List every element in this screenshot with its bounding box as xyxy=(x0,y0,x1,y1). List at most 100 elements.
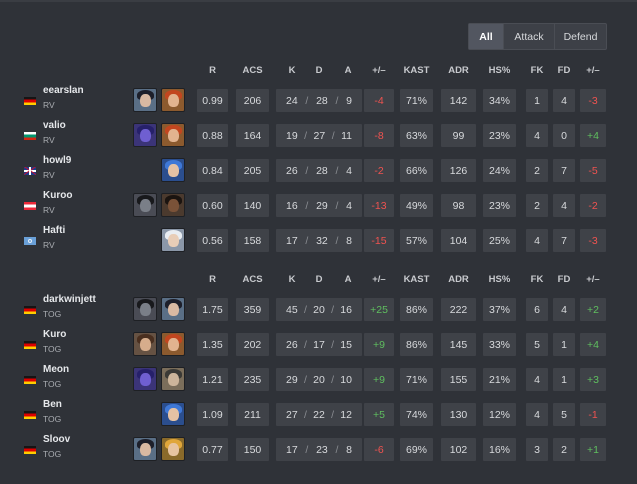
player-row: Kuro TOG 1.35 202 26 / 17 / 15 +9 86% 14… xyxy=(0,329,637,364)
fd-cell: 7 xyxy=(553,159,575,182)
assists-value: 4 xyxy=(346,199,352,212)
header-rating: R xyxy=(209,274,216,285)
player-team-tag: TOG xyxy=(43,449,62,459)
player-name-link[interactable]: eearslan xyxy=(43,85,84,96)
filter-defend-button[interactable]: Defend xyxy=(554,24,606,49)
kda-cell: 26 / 28 / 4 xyxy=(276,159,362,182)
player-name-link[interactable]: Kuro xyxy=(43,329,66,340)
rating-cell: 0.60 xyxy=(197,194,228,217)
agent-dark-hair-icon xyxy=(133,88,157,112)
kda-cell: 45 / 20 / 16 xyxy=(276,298,362,321)
agent-dark-hair-icon xyxy=(133,437,157,461)
agent-purple-hood-icon xyxy=(133,367,157,391)
acs-cell: 205 xyxy=(236,159,269,182)
player-row: Hafti RV 0.56 158 17 / 32 / 8 -15 57% 10… xyxy=(0,225,637,260)
deaths-value: 28 xyxy=(316,164,328,177)
header-kills: K xyxy=(288,65,296,76)
kills-value: 17 xyxy=(286,234,298,247)
hs-cell: 37% xyxy=(483,298,516,321)
fd-cell: 0 xyxy=(553,124,575,147)
deaths-value: 17 xyxy=(313,338,325,351)
hs-cell: 23% xyxy=(483,194,516,217)
fk-cell: 2 xyxy=(526,159,548,182)
agent-purple-hood-icon xyxy=(133,123,157,147)
filter-all-button[interactable]: All xyxy=(469,24,503,49)
fk-cell: 2 xyxy=(526,194,548,217)
player-name-link[interactable]: valio xyxy=(43,120,66,131)
kast-cell: 69% xyxy=(400,438,433,461)
acs-cell: 164 xyxy=(236,124,269,147)
adr-cell: 222 xyxy=(441,298,476,321)
kda-separator: / xyxy=(335,94,339,107)
kda-separator: / xyxy=(335,443,339,456)
kd-diff-cell: -15 xyxy=(364,229,394,252)
acs-cell: 140 xyxy=(236,194,269,217)
agent-gold-hair-icon xyxy=(161,437,185,461)
rating-cell: 0.99 xyxy=(197,89,228,112)
hs-cell: 12% xyxy=(483,403,516,426)
player-row: valio RV 0.88 164 19 / 27 / 11 -8 63% 99… xyxy=(0,120,637,155)
kda-separator: / xyxy=(303,338,307,351)
rating-cell: 1.21 xyxy=(197,368,228,391)
rating-cell: 1.09 xyxy=(197,403,228,426)
player-row: eearslan RV 0.99 206 24 / 28 / 9 -4 71% … xyxy=(0,85,637,120)
assists-value: 8 xyxy=(346,234,352,247)
player-name-link[interactable]: Sloov xyxy=(43,434,70,445)
fk-diff-cell: -3 xyxy=(580,229,606,252)
adr-cell: 104 xyxy=(441,229,476,252)
player-team-tag: TOG xyxy=(43,379,62,389)
agent-dark-hair-icon xyxy=(161,297,185,321)
header-fk: FK xyxy=(530,65,544,76)
player-row: Kuroo RV 0.60 140 16 / 29 / 4 -13 49% 98… xyxy=(0,190,637,225)
header-fk: FK xyxy=(530,274,544,285)
assists-value: 10 xyxy=(340,373,352,386)
player-team-tag: RV xyxy=(43,100,55,110)
hs-cell: 16% xyxy=(483,438,516,461)
kills-value: 24 xyxy=(286,94,298,107)
player-name-link[interactable]: darkwinjett xyxy=(43,294,96,305)
player-name-link[interactable]: Ben xyxy=(43,399,62,410)
player-team-tag: RV xyxy=(43,205,55,215)
fd-cell: 4 xyxy=(553,298,575,321)
kda-separator: / xyxy=(303,373,307,386)
fk-cell: 3 xyxy=(526,438,548,461)
assists-value: 11 xyxy=(341,129,352,142)
adr-cell: 98 xyxy=(441,194,476,217)
assists-value: 16 xyxy=(340,303,352,316)
header-hs: HS% xyxy=(488,274,511,285)
player-name-link[interactable]: Hafti xyxy=(43,225,65,236)
fd-cell: 1 xyxy=(553,333,575,356)
agent-dark-skin-icon xyxy=(161,193,185,217)
kd-diff-cell: -6 xyxy=(364,438,394,461)
player-row: howl9 RV 0.84 205 26 / 28 / 4 -2 66% 126… xyxy=(0,155,637,190)
fk-diff-cell: +1 xyxy=(580,438,606,461)
kills-value: 17 xyxy=(286,443,298,456)
player-name-link[interactable]: Meon xyxy=(43,364,69,375)
filter-attack-button[interactable]: Attack xyxy=(503,24,554,49)
rating-cell: 1.35 xyxy=(197,333,228,356)
hs-cell: 33% xyxy=(483,333,516,356)
agent-blue-hair-icon xyxy=(161,402,185,426)
agent-masked-icon xyxy=(133,193,157,217)
header-kast: KAST xyxy=(403,65,430,76)
kda-separator: / xyxy=(303,303,307,316)
kast-cell: 66% xyxy=(400,159,433,182)
rating-cell: 0.88 xyxy=(197,124,228,147)
adr-cell: 142 xyxy=(441,89,476,112)
acs-cell: 211 xyxy=(236,403,269,426)
kd-diff-cell: -13 xyxy=(364,194,394,217)
kd-diff-cell: +5 xyxy=(364,403,394,426)
fk-cell: 4 xyxy=(526,229,548,252)
player-rows: eearslan RV 0.99 206 24 / 28 / 9 -4 71% … xyxy=(0,85,637,260)
country-flag-icon xyxy=(24,446,36,454)
acs-cell: 206 xyxy=(236,89,269,112)
kd-diff-cell: -2 xyxy=(364,159,394,182)
country-flag-icon xyxy=(24,132,36,140)
player-name-link[interactable]: Kuroo xyxy=(43,190,72,201)
fd-cell: 4 xyxy=(553,89,575,112)
header-kills: K xyxy=(288,274,296,285)
kast-cell: 74% xyxy=(400,403,433,426)
hs-cell: 24% xyxy=(483,159,516,182)
player-name-link[interactable]: howl9 xyxy=(43,155,71,166)
country-flag-icon xyxy=(24,411,36,419)
